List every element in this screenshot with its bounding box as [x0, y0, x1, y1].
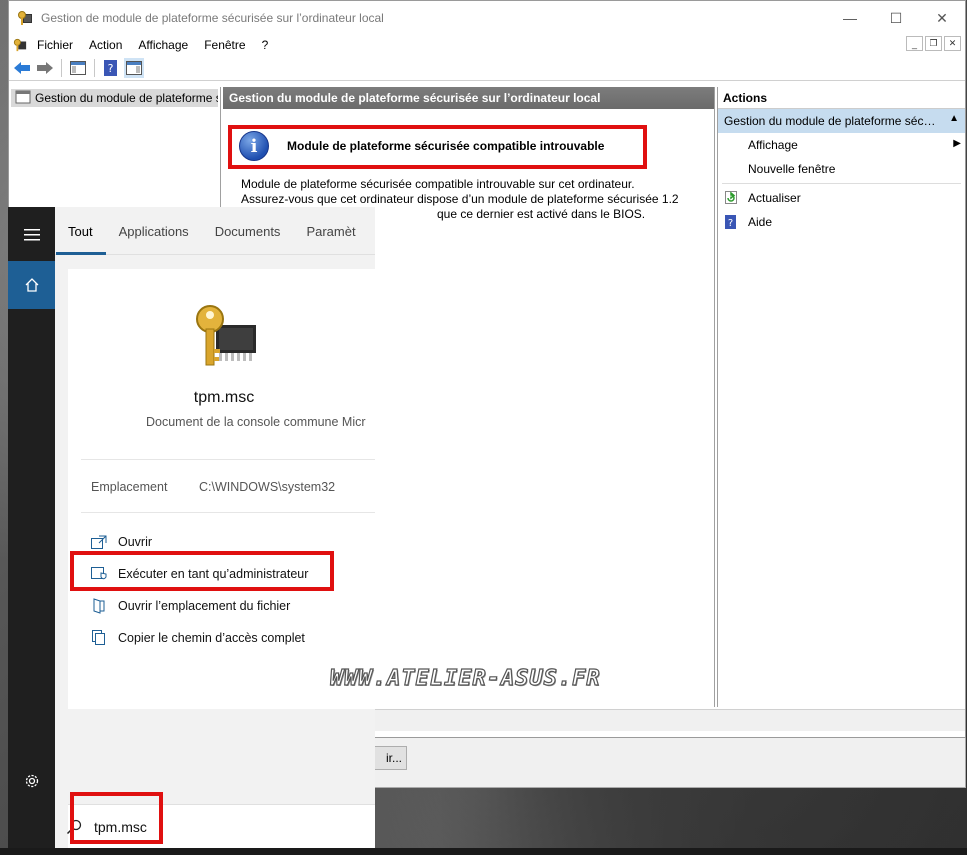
start-search-panel: Tout Applications Documents Paramèt tpm.…	[55, 207, 375, 855]
show-tree-icon[interactable]	[68, 58, 88, 78]
minimize-button[interactable]: —	[827, 1, 873, 35]
submenu-arrow-icon: ▶	[953, 138, 961, 149]
result-pane-header: Gestion du module de plateforme sécurisé…	[223, 87, 714, 109]
menu-bar: Fichier Action Affichage Fenêtre ? _ ❐ ✕	[9, 35, 965, 55]
result-app-name: tpm.msc	[193, 389, 255, 406]
copy-icon	[90, 629, 108, 647]
actions-separator	[722, 183, 961, 184]
tab-applications[interactable]: Applications	[119, 207, 189, 255]
best-match-card: tpm.msc Document de la console commune M…	[68, 269, 375, 709]
action-actualiser[interactable]: Actualiser	[718, 186, 965, 210]
refresh-icon	[725, 191, 737, 207]
tpm-desc-line: Module de plateforme sécurisée compatibl…	[241, 177, 635, 191]
close-button[interactable]: ✕	[919, 1, 965, 35]
mdi-minimize-button[interactable]: _	[906, 36, 923, 51]
toolbar: ?	[9, 55, 965, 81]
action-label: Aide	[748, 215, 773, 229]
collapse-caret-icon: ▲	[949, 113, 959, 124]
copy-path-action[interactable]: Copier le chemin d’accès complet	[90, 625, 305, 651]
open-icon	[90, 533, 108, 551]
tab-documents[interactable]: Documents	[215, 207, 281, 255]
taskbar	[0, 848, 967, 855]
open-file-location-action[interactable]: Ouvrir l’emplacement du fichier	[90, 593, 290, 619]
tab-parametres[interactable]: Paramèt	[306, 207, 355, 255]
tpm-node-icon	[15, 90, 31, 107]
watermark-text: WWW.ATELIER-ASUS.FR	[329, 665, 601, 691]
dialog-fragment: ir...	[366, 738, 966, 788]
actions-section-label: Gestion du module de plateforme sécurisé…	[724, 114, 942, 128]
open-label: Ouvrir	[118, 535, 153, 549]
action-aide[interactable]: ? Aide	[718, 210, 965, 234]
menu-fichier[interactable]: Fichier	[29, 38, 81, 52]
card-divider	[81, 512, 375, 513]
tpm-desc-line: Assurez-vous que cet ordinateur dispose …	[241, 192, 679, 206]
title-bar: Gestion de module de plateforme sécurisé…	[9, 1, 965, 35]
folder-icon	[90, 597, 108, 615]
mdi-controls: _ ❐ ✕	[906, 36, 961, 51]
action-nouvelle-fenetre[interactable]: Nouvelle fenêtre	[718, 157, 965, 181]
tpm-app-icon	[17, 10, 33, 26]
annotation-box-run-as-admin	[70, 551, 334, 591]
tree-item-label: Gestion du module de plateforme sécurisé…	[35, 91, 218, 105]
actions-title: Actions	[718, 87, 965, 109]
toolbar-separator	[61, 58, 62, 77]
toolbar-separator	[94, 58, 95, 77]
action-affichage[interactable]: Affichage ▶	[718, 133, 965, 157]
location-value: C:\WINDOWS\system32	[199, 480, 336, 494]
window-title: Gestion de module de plateforme sécurisé…	[41, 11, 384, 25]
actions-section-header[interactable]: Gestion du module de plateforme sécurisé…	[718, 109, 965, 133]
copy-path-label: Copier le chemin d’accès complet	[118, 631, 305, 645]
mdi-close-button[interactable]: ✕	[944, 36, 961, 51]
result-app-type: Document de la console commune Micr	[146, 415, 366, 429]
svg-text:?: ?	[108, 62, 114, 75]
menu-fenetre[interactable]: Fenêtre	[196, 38, 253, 52]
open-file-location-label: Ouvrir l’emplacement du fichier	[118, 599, 291, 613]
actions-pane: Actions Gestion du module de plateforme …	[717, 87, 965, 707]
menu-help[interactable]: ?	[254, 38, 277, 52]
settings-gear-icon[interactable]	[8, 757, 55, 805]
location-label: Emplacement	[91, 480, 168, 494]
search-tabs: Tout Applications Documents Paramèt	[55, 207, 375, 255]
menu-action[interactable]: Action	[81, 38, 130, 52]
action-label: Affichage	[748, 138, 798, 152]
tree-item-tpm[interactable]: Gestion du module de plateforme sécurisé…	[11, 89, 218, 107]
mdi-restore-button[interactable]: ❐	[925, 36, 942, 51]
card-divider	[81, 459, 375, 460]
show-action-pane-icon[interactable]	[124, 57, 144, 78]
menu-affichage[interactable]: Affichage	[130, 38, 196, 52]
forward-icon[interactable]	[35, 58, 55, 78]
tpm-msc-icon	[192, 303, 264, 371]
console-icon	[11, 37, 29, 53]
svg-text:?: ?	[728, 218, 733, 229]
back-icon[interactable]	[12, 58, 32, 78]
action-label: Nouvelle fenêtre	[748, 162, 836, 176]
hamburger-menu-icon[interactable]	[8, 211, 55, 259]
maximize-button[interactable]: ☐	[873, 1, 919, 35]
annotation-box-search	[70, 792, 163, 844]
start-menu-rail	[8, 207, 55, 855]
help-icon: ?	[725, 215, 737, 232]
help-icon[interactable]: ?	[101, 58, 121, 78]
tab-tout[interactable]: Tout	[56, 207, 105, 255]
action-label: Actualiser	[748, 191, 801, 205]
home-icon[interactable]	[8, 261, 55, 309]
annotation-box-tpm-status	[228, 125, 647, 169]
